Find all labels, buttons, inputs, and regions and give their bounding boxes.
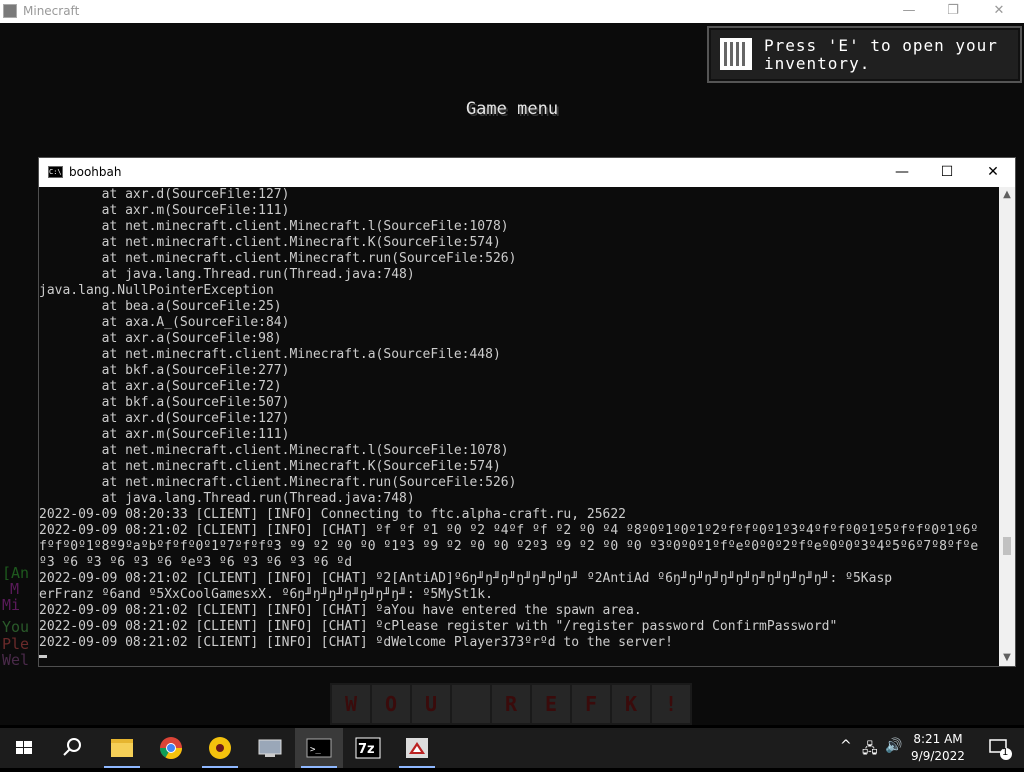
volume-icon[interactable]: 🔊 bbox=[885, 738, 902, 754]
console-line: at axr.m(SourceFile:111) bbox=[39, 427, 290, 442]
console-minimize-button[interactable]: — bbox=[879, 158, 925, 187]
chat-fragment: You bbox=[2, 618, 30, 636]
taskbar-7zip[interactable]: 7z bbox=[344, 728, 392, 768]
minecraft-restore-button[interactable]: ❐ bbox=[930, 0, 976, 23]
console-output[interactable]: at axr.d(SourceFile:127) at axr.m(Source… bbox=[39, 187, 999, 666]
yellow-app-icon bbox=[209, 737, 231, 759]
console-titlebar[interactable]: C:\ boohbah — ☐ ✕ bbox=[39, 158, 1015, 187]
file-explorer-icon bbox=[111, 739, 133, 757]
taskbar: >_ 7z ^ 🖧 🔊 8:21 AM 9/9/2022 1 bbox=[0, 728, 1024, 768]
console-line: º3 º6 º3 º6 º3 º6 ºeº3 º6 º3 º6 º3 º6 ºd bbox=[39, 555, 353, 570]
console-line: at java.lang.Thread.run(Thread.java:748) bbox=[39, 491, 415, 506]
toast-message: Press 'E' to open your inventory. bbox=[764, 36, 998, 73]
console-line: 2022-09-09 08:21:02 [CLIENT] [INFO] [CHA… bbox=[39, 571, 893, 586]
minecraft-window-title: Minecraft bbox=[23, 4, 80, 18]
console-line: at bkf.a(SourceFile:507) bbox=[39, 395, 290, 410]
chat-fragment: Wel bbox=[2, 651, 30, 669]
clock[interactable]: 8:21 AM 9/9/2022 bbox=[906, 731, 970, 765]
minecraft-titlebar: Minecraft — ❐ ✕ bbox=[0, 0, 1024, 23]
7zip-icon: 7z bbox=[355, 737, 381, 759]
taskbar-java-app[interactable] bbox=[393, 728, 441, 768]
windows-logo-icon bbox=[16, 741, 32, 754]
console-line: at net.minecraft.client.Minecraft.run(So… bbox=[39, 251, 517, 266]
taskbar-chrome[interactable] bbox=[147, 728, 195, 768]
console-line: at net.minecraft.client.Minecraft.run(So… bbox=[39, 475, 517, 490]
console-line: at axr.m(SourceFile:111) bbox=[39, 203, 290, 218]
console-line: 2022-09-09 08:21:02 [CLIENT] [INFO] [CHA… bbox=[39, 635, 673, 650]
taskbar-command-prompt[interactable]: >_ bbox=[295, 728, 343, 768]
console-line: at bkf.a(SourceFile:277) bbox=[39, 363, 290, 378]
minecraft-app-icon bbox=[3, 4, 17, 18]
console-cursor bbox=[39, 655, 47, 658]
hotbar-slot[interactable]: W bbox=[332, 685, 372, 723]
chat-fragment: Mi bbox=[2, 596, 21, 614]
console-line: 2022-09-09 08:21:02 [CLIENT] [INFO] [CHA… bbox=[39, 523, 979, 538]
svg-text:>_: >_ bbox=[310, 745, 321, 755]
minecraft-minimize-button[interactable]: — bbox=[886, 0, 932, 23]
console-line: 2022-09-09 08:21:02 [CLIENT] [INFO] [CHA… bbox=[39, 603, 642, 618]
search-button[interactable] bbox=[48, 728, 96, 768]
console-line: at net.minecraft.client.Minecraft.K(Sour… bbox=[39, 235, 501, 250]
search-icon bbox=[63, 738, 81, 756]
console-window-title: boohbah bbox=[69, 165, 122, 179]
notification-count-badge: 1 bbox=[1002, 747, 1009, 758]
svg-text:7z: 7z bbox=[358, 742, 375, 757]
recipe-book-icon bbox=[720, 38, 752, 70]
console-line: erFranz º6and º5XxCoolGamesxX. º6ŋ╜ŋ╜ŋ╜ŋ… bbox=[39, 587, 493, 602]
chrome-icon bbox=[160, 737, 182, 759]
scroll-down-arrow-icon[interactable]: ▼ bbox=[999, 650, 1015, 666]
console-line: 2022-09-09 08:21:02 [CLIENT] [INFO] [CHA… bbox=[39, 619, 838, 634]
network-app-icon bbox=[258, 739, 282, 757]
console-line: at axr.a(SourceFile:98) bbox=[39, 331, 282, 346]
console-line: 2022-09-09 08:20:33 [CLIENT] [INFO] Conn… bbox=[39, 507, 626, 522]
console-maximize-button[interactable]: ☐ bbox=[924, 158, 970, 187]
console-line: at net.minecraft.client.Minecraft.l(Sour… bbox=[39, 219, 509, 234]
notification-center-icon bbox=[989, 739, 1012, 760]
game-menu-title: Game menu bbox=[465, 99, 559, 119]
taskbar-file-explorer[interactable] bbox=[98, 728, 146, 768]
clock-time: 8:21 AM bbox=[913, 732, 963, 746]
network-icon[interactable]: 🖧 bbox=[862, 738, 878, 762]
console-line: at net.minecraft.client.Minecraft.K(Sour… bbox=[39, 459, 501, 474]
console-scrollbar[interactable]: ▲ ▼ bbox=[999, 187, 1015, 666]
console-line: at net.minecraft.client.Minecraft.a(Sour… bbox=[39, 347, 501, 362]
console-line: at bea.a(SourceFile:25) bbox=[39, 299, 282, 314]
console-line: java.lang.NullPointerException bbox=[39, 283, 274, 298]
scroll-up-arrow-icon[interactable]: ▲ bbox=[999, 187, 1015, 203]
console-line: at axa.A_(SourceFile:84) bbox=[39, 315, 290, 330]
notifications-button[interactable]: 1 bbox=[976, 728, 1024, 768]
hotbar-slot[interactable] bbox=[452, 685, 492, 723]
taskbar-yellow-app[interactable] bbox=[196, 728, 244, 768]
console-line: at axr.d(SourceFile:127) bbox=[39, 187, 290, 202]
hotbar-slot[interactable]: O bbox=[372, 685, 412, 723]
start-button[interactable] bbox=[0, 728, 48, 768]
hotbar-slot[interactable]: U bbox=[412, 685, 452, 723]
taskbar-network-app[interactable] bbox=[246, 728, 294, 768]
hotbar[interactable]: W O U R E F K ! bbox=[330, 683, 692, 725]
clock-date: 9/9/2022 bbox=[911, 749, 965, 763]
console-line: at axr.d(SourceFile:127) bbox=[39, 411, 290, 426]
hotbar-slot[interactable]: F bbox=[572, 685, 612, 723]
hotbar-slot[interactable]: E bbox=[532, 685, 572, 723]
console-window[interactable]: C:\ boohbah — ☐ ✕ at axr.d(SourceFile:12… bbox=[38, 157, 1016, 667]
tray-overflow-chevron-icon[interactable]: ^ bbox=[840, 738, 852, 754]
minecraft-close-button[interactable]: ✕ bbox=[976, 0, 1022, 23]
scrollbar-thumb[interactable] bbox=[1003, 537, 1011, 555]
hotbar-slot[interactable]: ! bbox=[652, 685, 690, 723]
console-line: at java.lang.Thread.run(Thread.java:748) bbox=[39, 267, 415, 282]
console-line: fºfº0º1º8º9ºaºbºfºfº0º1º7ºfºfº3 º9 º2 º0… bbox=[39, 539, 979, 554]
console-line: at axr.a(SourceFile:72) bbox=[39, 379, 282, 394]
command-prompt-icon: >_ bbox=[306, 738, 332, 758]
java-app-icon bbox=[406, 738, 428, 758]
console-close-button[interactable]: ✕ bbox=[970, 158, 1016, 187]
inventory-hint-toast: Press 'E' to open your inventory. bbox=[707, 26, 1022, 83]
console-line: at net.minecraft.client.Minecraft.l(Sour… bbox=[39, 443, 509, 458]
hotbar-slot[interactable]: R bbox=[492, 685, 532, 723]
command-prompt-icon: C:\ bbox=[48, 166, 63, 178]
hotbar-slot[interactable]: K bbox=[612, 685, 652, 723]
